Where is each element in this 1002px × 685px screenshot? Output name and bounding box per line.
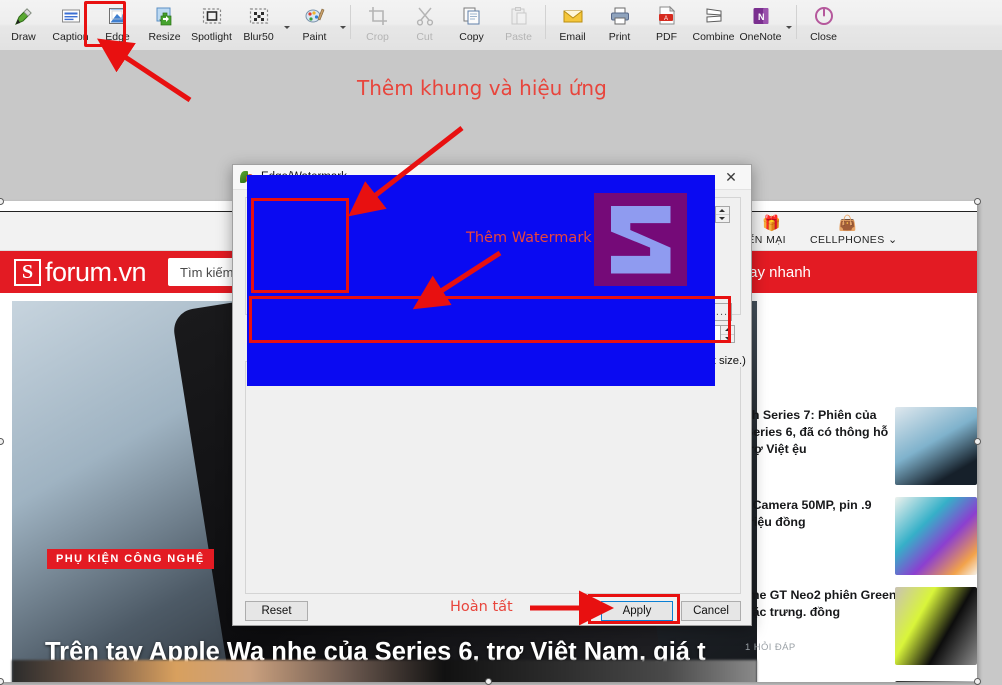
toolbar-label: Blur50 — [243, 31, 274, 43]
toolbar-label: Paint — [302, 31, 327, 43]
red-banner-text: tay nhanh — [745, 263, 811, 281]
edge-icon — [107, 4, 129, 28]
toolbar-separator — [545, 5, 546, 39]
opacity-stepper[interactable] — [721, 325, 736, 343]
toolbar-button-edge[interactable]: Edge — [94, 0, 141, 48]
preview-group: Preview (Tip: watermark image can be mov… — [245, 355, 749, 594]
apply-button[interactable]: Apply — [601, 601, 673, 621]
copy-icon — [461, 4, 483, 28]
nav-item-cellphones[interactable]: CELLPHONES — [810, 234, 885, 246]
paste-icon — [508, 4, 530, 28]
cancel-button[interactable]: Cancel — [681, 601, 741, 621]
toolbar-button-paste[interactable]: Paste — [495, 0, 542, 48]
watermark-preview[interactable] — [594, 193, 687, 286]
cut-icon — [414, 4, 436, 28]
toolbar-label: Email — [559, 31, 586, 43]
resize-icon — [154, 4, 176, 28]
toolbar-button-blur50[interactable]: Blur50 — [235, 0, 282, 48]
resize-handle-bottom-right[interactable] — [974, 678, 981, 685]
toolbar-button-onenote[interactable]: N OneNote — [737, 0, 784, 48]
toolbar-button-paint[interactable]: Paint — [291, 0, 338, 48]
power-close-icon — [813, 4, 835, 28]
rail-thumbnail — [895, 497, 977, 575]
toolbar-separator — [796, 5, 797, 39]
rail-thumbnail — [895, 407, 977, 485]
toolbar-label: Crop — [366, 31, 389, 43]
resize-handle-right[interactable] — [974, 438, 981, 445]
darkness-stepper[interactable] — [715, 206, 730, 223]
toolbar-button-pdf[interactable]: A PDF — [643, 0, 690, 48]
resize-handle-bottom[interactable] — [485, 678, 492, 685]
pdf-icon: A — [656, 4, 678, 28]
toolbar-button-combine[interactable]: Combine — [690, 0, 737, 48]
rail-item-title: : Camera 50MP, pin .9 triệu đồng — [745, 498, 872, 529]
print-icon — [609, 4, 631, 28]
brand-text: forum.vn — [45, 256, 147, 287]
gift-icon: 🎁 — [762, 215, 781, 232]
toolbar-label: Paste — [505, 31, 532, 43]
article-rail: ch Series 7: Phiên của Series 6, đã có t… — [745, 389, 977, 682]
chevron-down-icon[interactable]: ⌄ — [888, 233, 898, 246]
toolbar-separator — [350, 5, 351, 39]
bag-icon: 👜 — [838, 215, 857, 232]
toolbar-label: Spotlight — [191, 31, 232, 43]
toolbar-label: Cut — [416, 31, 433, 43]
rail-item-title: tch T1: Giá có hơn 2 — [745, 681, 897, 682]
main-toolbar: Draw Caption Edge Resize Spotlight Blur5… — [0, 0, 1002, 51]
toolbar-button-draw[interactable]: Draw — [0, 0, 47, 48]
crop-icon — [367, 4, 389, 28]
onenote-dropdown-arrow[interactable] — [784, 0, 793, 48]
toolbar-button-caption[interactable]: Caption — [47, 0, 94, 48]
toolbar-button-close[interactable]: Close — [800, 0, 847, 48]
paint-icon — [304, 4, 326, 28]
rail-item-title: lme GT Neo2 phiên Green đặc trưng. đồng — [745, 588, 897, 619]
rail-thumbnail — [895, 681, 977, 682]
toolbar-label: Caption — [52, 31, 89, 43]
toolbar-label: Close — [810, 31, 837, 43]
toolbar-label: Resize — [148, 31, 181, 43]
resize-handle-top-right[interactable] — [974, 198, 981, 205]
hero-category-tag: PHỤ KIỆN CÔNG NGHỆ — [47, 549, 214, 569]
draw-icon — [13, 4, 35, 28]
edge-watermark-dialog[interactable]: Edge/Watermark ✕ Effects Shadow edge Bor… — [232, 164, 752, 626]
caption-icon — [60, 4, 82, 28]
close-icon[interactable]: ✕ — [711, 165, 751, 189]
combine-icon — [703, 4, 725, 28]
toolbar-button-spotlight[interactable]: Spotlight — [188, 0, 235, 48]
toolbar-label: PDF — [656, 31, 677, 43]
rail-thumbnail — [895, 587, 977, 665]
paint-dropdown-arrow[interactable] — [338, 0, 347, 48]
toolbar-button-copy[interactable]: Copy — [448, 0, 495, 48]
toolbar-label: Print — [608, 31, 631, 43]
resize-handle-bottom-left[interactable] — [0, 678, 4, 685]
onenote-icon: N — [750, 4, 772, 28]
toolbar-label: Combine — [692, 31, 735, 43]
toolbar-label: OneNote — [739, 31, 782, 43]
rail-item-subtext: 1 HỎI ĐÁP — [745, 642, 796, 653]
toolbar-label: Copy — [459, 31, 484, 43]
toolbar-label: Edge — [105, 31, 130, 43]
email-icon — [562, 4, 584, 28]
watermark-s-logo — [610, 205, 671, 274]
toolbar-button-email[interactable]: Email — [549, 0, 596, 48]
reset-button[interactable]: Reset — [245, 601, 308, 621]
blur50-dropdown-arrow[interactable] — [282, 0, 291, 48]
brand-mark: S — [14, 258, 41, 286]
svg-text:N: N — [758, 12, 765, 22]
svg-text:A: A — [663, 16, 667, 22]
toolbar-button-print[interactable]: Print — [596, 0, 643, 48]
preview-canvas[interactable] — [247, 175, 715, 386]
toolbar-button-cut[interactable]: Cut — [401, 0, 448, 48]
spotlight-icon — [201, 4, 223, 28]
toolbar-label: Draw — [11, 31, 36, 43]
toolbar-button-resize[interactable]: Resize — [141, 0, 188, 48]
blur-icon — [248, 4, 270, 28]
toolbar-button-crop[interactable]: Crop — [354, 0, 401, 48]
bottom-filmstrip — [12, 660, 757, 682]
red-banner: tay nhanh — [745, 251, 977, 293]
browse-button[interactable]: ... — [712, 303, 732, 321]
rail-item-title: ch Series 7: Phiên của Series 6, đã có t… — [745, 408, 889, 456]
